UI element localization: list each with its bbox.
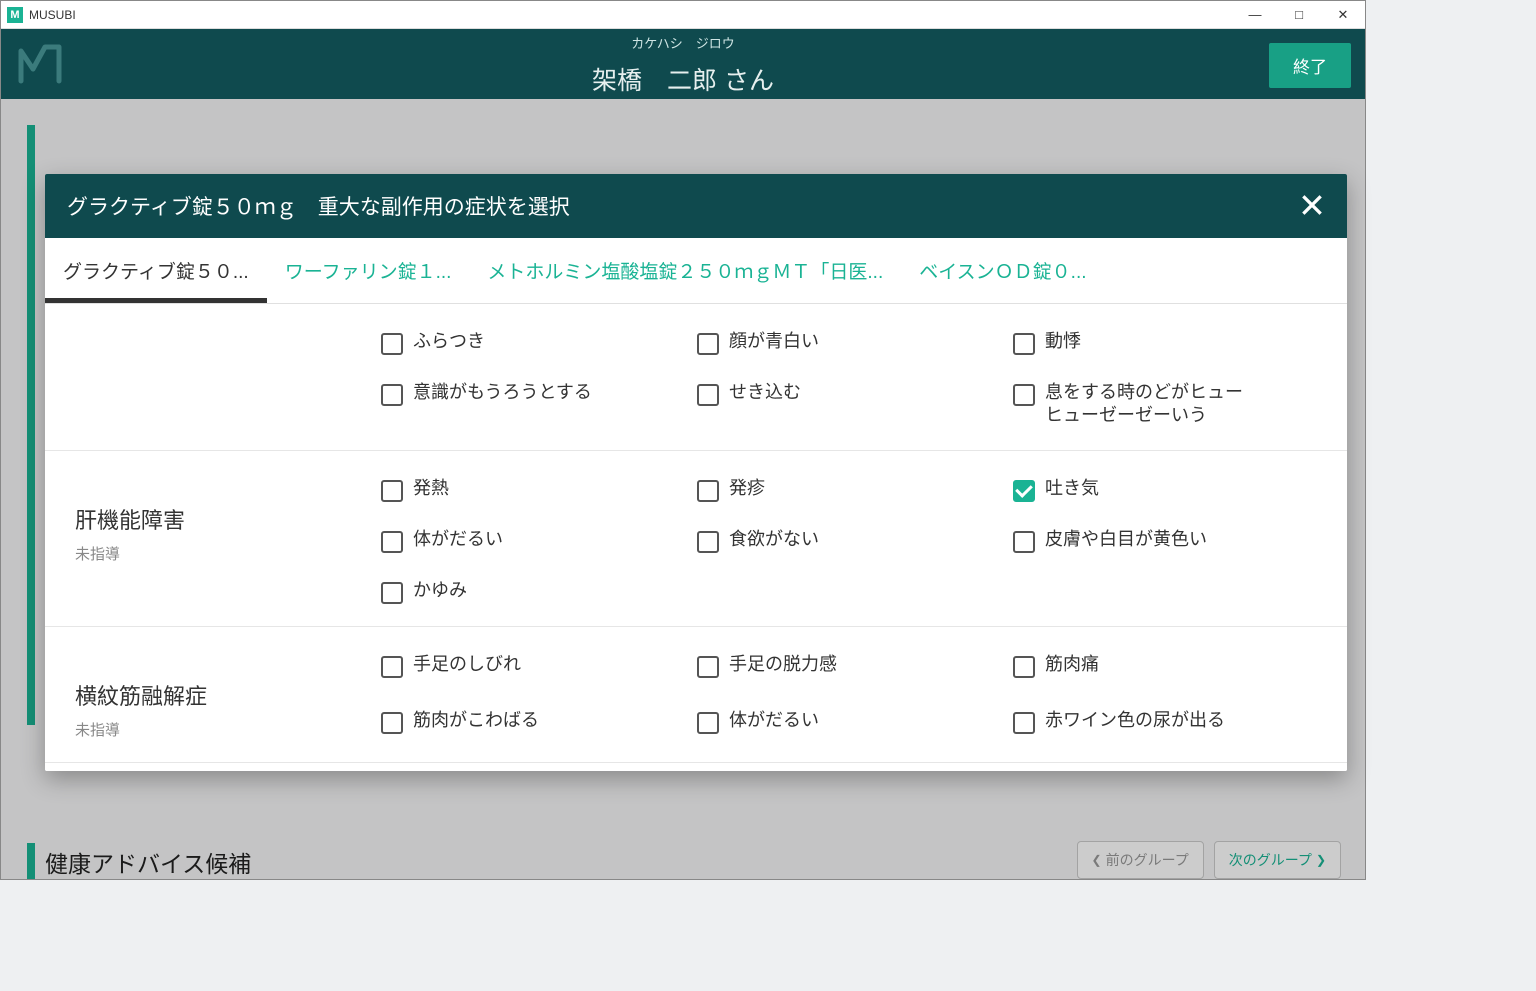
app-icon: M bbox=[7, 7, 23, 23]
titlebar-title: MUSUBI bbox=[29, 8, 1233, 22]
checkbox-icon bbox=[381, 531, 403, 553]
checkbox-icon bbox=[1013, 712, 1035, 734]
symptom-label: 発熱 bbox=[413, 477, 449, 500]
drug-tabs: グラクティブ錠５０... ワーファリン錠１... メトホルミン塩酸塩錠２５０ｍｇＭＴ… bbox=[45, 238, 1347, 304]
checkbox-icon bbox=[381, 333, 403, 355]
titlebar: M MUSUBI — □ ✕ bbox=[1, 1, 1365, 29]
checkbox-icon bbox=[381, 656, 403, 678]
side-effect-modal: グラクティブ錠５０ｍｇ 重大な副作用の症状を選択 グラクティブ錠５０... ワーフ… bbox=[45, 174, 1347, 771]
modal-close-button[interactable] bbox=[1295, 188, 1329, 222]
symptom-label: 筋肉がこわばる bbox=[413, 709, 539, 732]
tab-label: メトホルミン塩酸塩錠２５０ｍｇＭＴ「日医... bbox=[487, 257, 883, 284]
close-icon bbox=[1299, 192, 1325, 218]
logo-icon bbox=[15, 39, 65, 89]
checkbox-icon bbox=[697, 712, 719, 734]
symptom-label: 発疹 bbox=[729, 477, 765, 500]
symptom-label: 赤ワイン色の尿が出る bbox=[1045, 709, 1225, 732]
checkbox-icon bbox=[697, 531, 719, 553]
symptom-checkbox[interactable]: 赤ワイン色の尿が出る bbox=[1013, 709, 1321, 740]
section-name: 肝機能障害 bbox=[75, 503, 381, 535]
symptom-grid: 手足のしびれ 手足の脱力感 筋肉痛筋肉がこわばる 体がだるい 赤ワイン色の尿が出る bbox=[381, 649, 1321, 740]
symptom-label: 動悸 bbox=[1045, 330, 1081, 353]
modal-header: グラクティブ錠５０ｍｇ 重大な副作用の症状を選択 bbox=[45, 174, 1347, 238]
symptom-label: せき込む bbox=[729, 381, 801, 404]
section-name: 横紋筋融解症 bbox=[75, 679, 381, 711]
section-status: 未指導 bbox=[75, 543, 381, 564]
symptom-label: 吐き気 bbox=[1045, 477, 1099, 500]
section-label-area: 肝機能障害未指導 bbox=[71, 473, 381, 604]
end-session-button[interactable]: 終了 bbox=[1269, 43, 1351, 88]
symptom-label: 食欲がない bbox=[729, 528, 819, 551]
symptom-checkbox[interactable]: 意識がもうろうとする bbox=[381, 381, 689, 428]
main-area: 健康アドバイス候補 ❮ 前のグループ 次のグループ ❯ グラクティブ錠５０ｍｇ … bbox=[1, 99, 1365, 879]
symptom-label: 意識がもうろうとする bbox=[413, 381, 592, 404]
symptom-checkbox[interactable]: 息をする時のどがヒューヒューゼーゼーいう bbox=[1013, 381, 1321, 428]
patient-name-ruby: カケハシ ジロウ bbox=[631, 33, 734, 52]
symptom-label: 手足のしびれ bbox=[413, 653, 521, 676]
symptom-checkbox[interactable]: 吐き気 bbox=[1013, 477, 1321, 502]
tab-label: ワーファリン錠１... bbox=[285, 257, 452, 284]
drug-tab[interactable]: ベイスンＯＤ錠０... bbox=[901, 238, 1104, 303]
drug-tab[interactable]: メトホルミン塩酸塩錠２５０ｍｇＭＴ「日医... bbox=[469, 238, 901, 303]
checkbox-icon bbox=[381, 384, 403, 406]
symptom-label: 皮膚や白目が黄色い bbox=[1045, 528, 1207, 551]
symptom-label: 体がだるい bbox=[413, 528, 503, 551]
checkbox-icon bbox=[1013, 333, 1035, 355]
app-header: カケハシ ジロウ 架橋 二郎 さん 終了 bbox=[1, 29, 1365, 99]
drug-tab[interactable]: グラクティブ錠５０... bbox=[45, 238, 267, 303]
symptom-checkbox[interactable]: 皮膚や白目が黄色い bbox=[1013, 528, 1321, 553]
symptom-label: 息をする時のどがヒューヒューゼーゼーいう bbox=[1045, 381, 1255, 428]
symptom-label: ふらつき bbox=[413, 330, 485, 353]
close-button[interactable]: ✕ bbox=[1321, 1, 1365, 28]
symptom-checkbox[interactable]: 筋肉痛 bbox=[1013, 653, 1321, 684]
modal-title: グラクティブ錠５０ｍｇ 重大な副作用の症状を選択 bbox=[67, 191, 570, 221]
symptom-label: 筋肉痛 bbox=[1045, 653, 1099, 676]
checkbox-icon bbox=[1013, 531, 1035, 553]
app-window: M MUSUBI — □ ✕ カケハシ ジロウ 架橋 二郎 さん 終了 健康アド… bbox=[0, 0, 1366, 880]
tab-label: ベイスンＯＤ錠０... bbox=[919, 257, 1086, 284]
symptom-checkbox[interactable]: 手足のしびれ bbox=[381, 653, 689, 684]
side-effect-section: 横紋筋融解症未指導 手足のしびれ 手足の脱力感 筋肉痛筋肉がこわばる 体がだるい 赤ワイン… bbox=[45, 627, 1347, 763]
symptom-grid: ふらつき 顔が青白い 動悸意識がもうろうとする せき込む 息をする時のどがヒューヒューゼ… bbox=[381, 326, 1321, 428]
tab-label: グラクティブ錠５０... bbox=[63, 257, 249, 284]
checkbox-icon bbox=[381, 480, 403, 502]
symptom-checkbox[interactable]: 発疹 bbox=[697, 477, 1005, 502]
symptom-checkbox[interactable]: せき込む bbox=[697, 381, 1005, 428]
modal-body[interactable]: ふらつき 顔が青白い 動悸意識がもうろうとする せき込む 息をする時のどがヒューヒューゼ… bbox=[45, 304, 1347, 771]
symptom-checkbox[interactable]: 食欲がない bbox=[697, 528, 1005, 553]
checkbox-icon bbox=[697, 656, 719, 678]
drug-tab[interactable]: ワーファリン錠１... bbox=[267, 238, 470, 303]
checkbox-icon bbox=[697, 384, 719, 406]
symptom-label: 体がだるい bbox=[729, 709, 819, 732]
symptom-checkbox[interactable]: ふらつき bbox=[381, 330, 689, 355]
symptom-checkbox[interactable]: 動悸 bbox=[1013, 330, 1321, 355]
patient-name: 架橋 二郎 さん bbox=[592, 61, 774, 97]
symptom-label: 手足の脱力感 bbox=[729, 653, 837, 676]
symptom-checkbox[interactable]: 手足の脱力感 bbox=[697, 653, 1005, 684]
symptom-checkbox[interactable]: 体がだるい bbox=[381, 528, 689, 553]
checkbox-icon bbox=[1013, 384, 1035, 406]
checkbox-icon bbox=[1013, 480, 1035, 502]
side-effect-section: 肝機能障害未指導 発熱 発疹 吐き気体がだるい 食欲がない 皮膚や白目が黄色いかゆみ bbox=[45, 451, 1347, 627]
minimize-button[interactable]: — bbox=[1233, 1, 1277, 28]
side-effect-section: ふらつき 顔が青白い 動悸意識がもうろうとする せき込む 息をする時のどがヒューヒューゼ… bbox=[45, 304, 1347, 451]
symptom-checkbox[interactable]: 筋肉がこわばる bbox=[381, 709, 689, 740]
symptom-grid: 発熱 発疹 吐き気体がだるい 食欲がない 皮膚や白目が黄色いかゆみ bbox=[381, 473, 1321, 604]
checkbox-icon bbox=[381, 712, 403, 734]
checkbox-icon bbox=[697, 480, 719, 502]
checkbox-icon bbox=[1013, 656, 1035, 678]
symptom-checkbox[interactable]: 顔が青白い bbox=[697, 330, 1005, 355]
checkbox-icon bbox=[381, 582, 403, 604]
checkbox-icon bbox=[697, 333, 719, 355]
section-status: 未指導 bbox=[75, 719, 381, 740]
symptom-label: 顔が青白い bbox=[729, 330, 819, 353]
symptom-label: かゆみ bbox=[413, 579, 467, 602]
section-label-area: 横紋筋融解症未指導 bbox=[71, 649, 381, 740]
window-controls: — □ ✕ bbox=[1233, 1, 1365, 28]
symptom-checkbox[interactable]: かゆみ bbox=[381, 579, 689, 604]
symptom-checkbox[interactable]: 発熱 bbox=[381, 477, 689, 502]
maximize-button[interactable]: □ bbox=[1277, 1, 1321, 28]
section-label-area bbox=[71, 326, 381, 428]
symptom-checkbox[interactable]: 体がだるい bbox=[697, 709, 1005, 740]
